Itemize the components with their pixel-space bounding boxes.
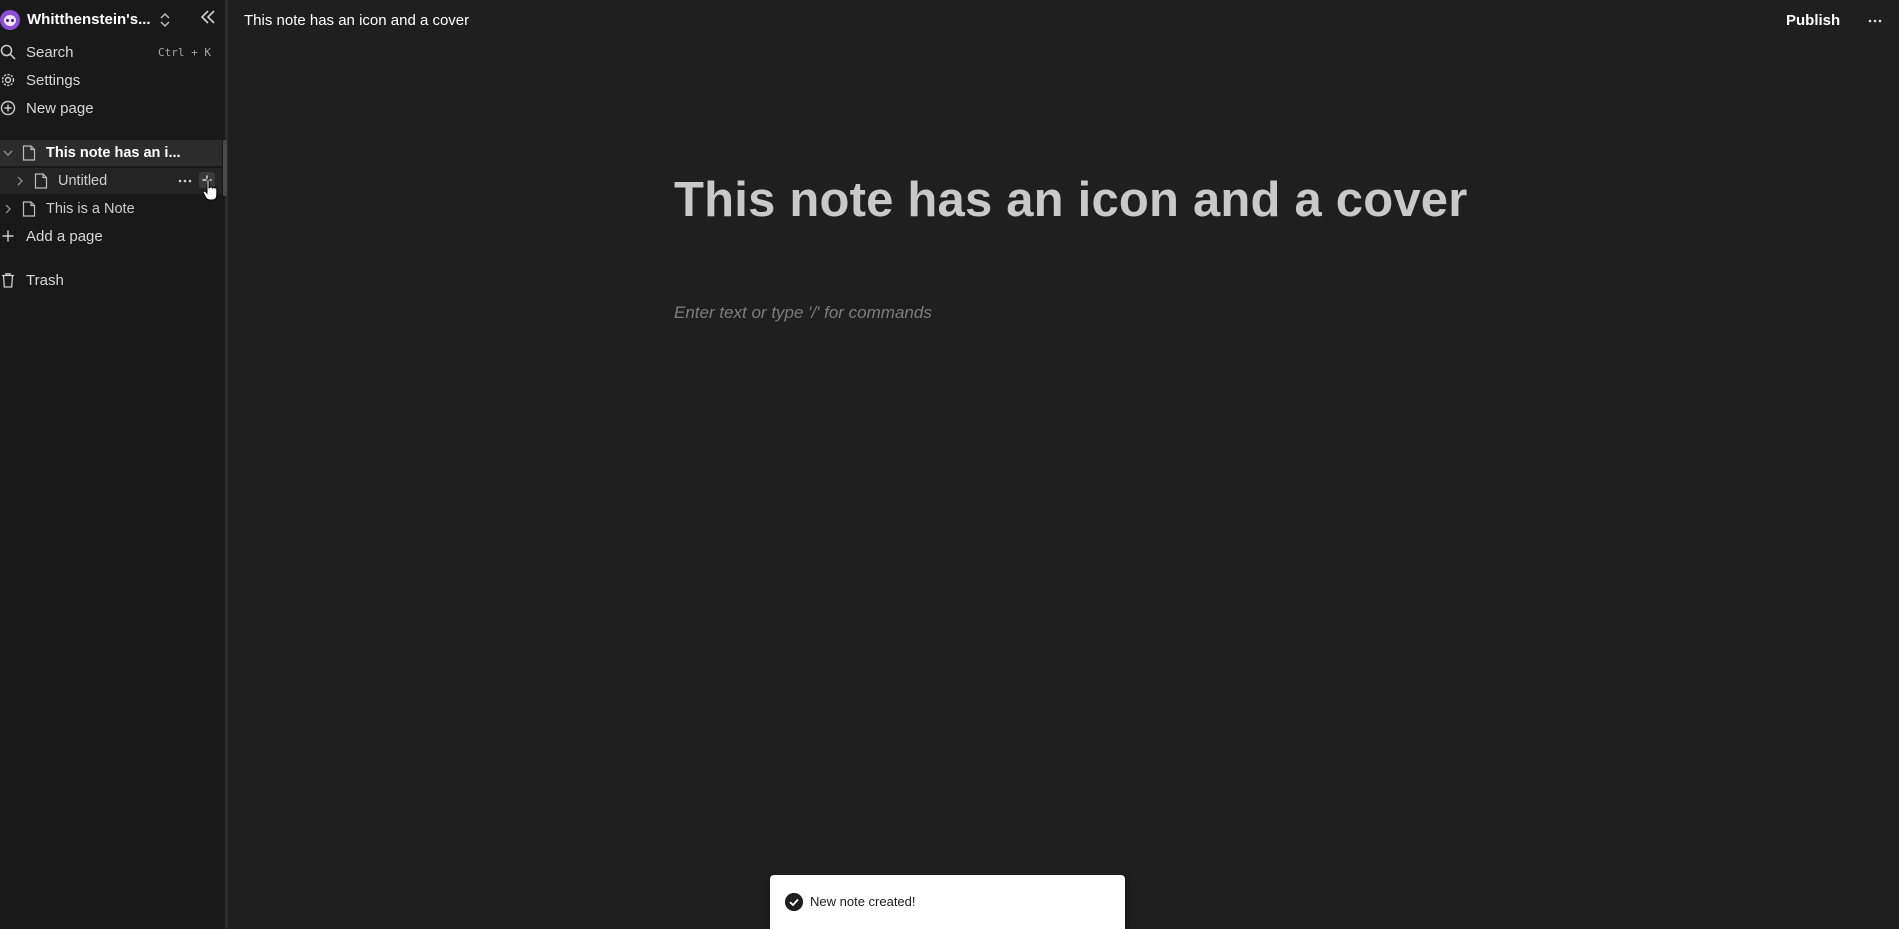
- workspace-avatar: [0, 10, 20, 30]
- workspace-name: Whitthenstein's...: [27, 11, 151, 28]
- more-horizontal-icon[interactable]: [177, 173, 193, 189]
- trash-button[interactable]: Trash: [0, 269, 220, 293]
- chevron-down-icon[interactable]: [2, 147, 14, 159]
- tree-item-label: Untitled: [58, 173, 108, 189]
- publish-button[interactable]: Publish: [1786, 12, 1840, 29]
- sidebar: Whitthenstein's... Search Ctrl + K Setti…: [0, 0, 225, 929]
- plus-icon: [2, 230, 14, 242]
- tree-item-untitled[interactable]: Untitled: [0, 168, 222, 194]
- chevrons-left-icon[interactable]: [199, 8, 217, 26]
- chevron-right-icon[interactable]: [14, 175, 26, 187]
- document-icon: [22, 145, 36, 161]
- check-circle-icon: [785, 893, 803, 911]
- search-label: Search: [26, 44, 74, 61]
- toast-message: New note created!: [810, 894, 916, 909]
- add-page-button[interactable]: Add a page: [0, 225, 220, 249]
- document-icon: [34, 173, 48, 189]
- page-title[interactable]: This note has an icon and a cover: [674, 172, 1468, 228]
- hand-cursor-icon: [202, 178, 218, 201]
- chevron-right-icon[interactable]: [2, 203, 14, 215]
- settings-button[interactable]: Settings: [0, 69, 220, 93]
- more-horizontal-icon[interactable]: [1866, 12, 1884, 30]
- workspace-switcher[interactable]: Whitthenstein's...: [0, 4, 225, 32]
- editor-body-placeholder[interactable]: Enter text or type '/' for commands: [674, 303, 932, 323]
- add-page-label: Add a page: [26, 228, 103, 245]
- gear-icon: [1, 73, 15, 87]
- tree-item-this-is-a-note[interactable]: This is a Note: [0, 196, 222, 222]
- tree-item-label: This is a Note: [46, 201, 135, 217]
- search-button[interactable]: Search Ctrl + K: [0, 41, 220, 65]
- tree-item-this-note[interactable]: This note has an i...: [0, 140, 222, 166]
- search-icon: [0, 44, 16, 60]
- settings-label: Settings: [26, 72, 81, 89]
- search-shortcut: Ctrl + K: [158, 46, 211, 59]
- new-page-button[interactable]: New page: [0, 97, 220, 121]
- document-icon: [22, 201, 36, 217]
- new-page-label: New page: [26, 100, 94, 117]
- toast-notification: New note created!: [770, 875, 1125, 929]
- trash-icon: [2, 273, 14, 288]
- tree-item-label: This note has an i...: [46, 145, 181, 161]
- chevron-up-down-icon[interactable]: [157, 11, 173, 29]
- breadcrumb[interactable]: This note has an icon and a cover: [244, 12, 469, 29]
- sidebar-scrollbar[interactable]: [223, 140, 227, 196]
- trash-label: Trash: [26, 272, 64, 289]
- plus-circle-icon: [0, 100, 16, 116]
